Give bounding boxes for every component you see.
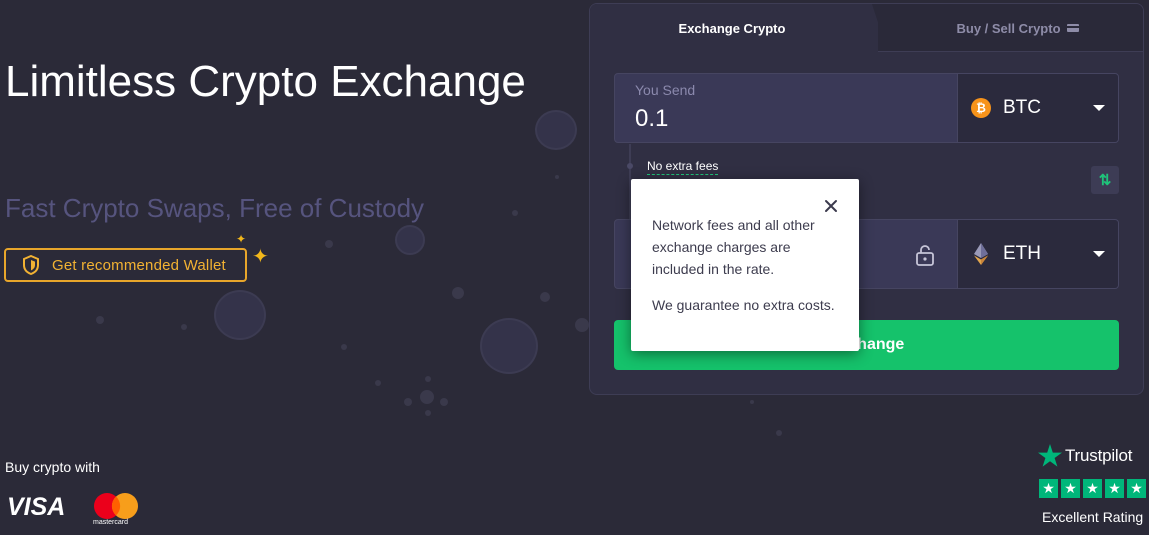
bg-dot-decoration: [575, 318, 589, 332]
hero-title: Limitless Crypto Exchange: [5, 57, 526, 106]
unlock-icon: [916, 245, 934, 266]
trustpilot-name: Trustpilot: [1065, 445, 1133, 465]
trustpilot-rating: Excellent Rating: [1042, 509, 1144, 525]
shield-icon: [23, 255, 39, 275]
bg-coin-decoration: [214, 290, 266, 340]
bg-dot-decoration: [325, 240, 333, 248]
tooltip-text-fees: Network fees and all other exchange char…: [652, 217, 815, 277]
bg-dot-decoration: [750, 400, 754, 404]
sparkle-icon: ✦: [236, 232, 247, 246]
get-recommended-wallet-button[interactable]: Get recommended Wallet: [4, 248, 247, 282]
close-icon[interactable]: [823, 198, 839, 214]
fees-tooltip: Network fees and all other exchange char…: [631, 179, 859, 351]
tab-buy-sell-crypto[interactable]: Buy / Sell Crypto: [890, 4, 1143, 52]
no-extra-fees-link[interactable]: No extra fees: [647, 159, 719, 175]
trustpilot-star-icon: [1038, 444, 1062, 467]
trustpilot-brand: Trustpilot: [1038, 444, 1132, 467]
send-currency-code: BTC: [1003, 97, 1041, 118]
ethereum-icon: [974, 243, 988, 265]
bg-coin-decoration: [535, 110, 577, 150]
tooltip-text-guarantee: We guarantee no extra costs.: [652, 297, 835, 313]
connector-dot: [627, 163, 633, 169]
get-currency-select[interactable]: ETH: [957, 220, 1118, 288]
bg-dot-decoration: [555, 175, 559, 179]
star-icon: ★: [1083, 479, 1102, 498]
star-icon: ★: [1105, 479, 1124, 498]
chevron-down-icon: [1093, 251, 1105, 257]
bg-dot-decoration: [540, 292, 550, 302]
credit-card-icon: [1066, 24, 1079, 32]
bg-coin-decoration: [395, 225, 425, 255]
bg-dot-decoration: [776, 430, 782, 436]
mastercard-label: mastercard: [93, 519, 129, 526]
bitcoin-icon: ₿: [971, 98, 991, 118]
buy-crypto-label: Buy crypto with: [5, 459, 100, 475]
chevron-down-icon: [1093, 105, 1105, 111]
visa-logo: VISA: [7, 493, 66, 521]
send-label: You Send: [635, 82, 696, 98]
tab-buy-sell-label: Buy / Sell Crypto: [956, 20, 1061, 36]
star-icon: ★: [1039, 479, 1058, 498]
bg-dot-decoration: [425, 376, 431, 382]
bg-dot-decoration: [440, 398, 448, 406]
send-currency-select[interactable]: ₿ BTC: [957, 74, 1118, 142]
swap-currencies-button[interactable]: ⇅: [1091, 166, 1119, 194]
bg-dot-decoration: [96, 316, 104, 324]
send-field: You Send ₿ BTC: [614, 73, 1119, 143]
bg-dot-decoration: [452, 287, 464, 299]
bg-dot-decoration: [375, 380, 381, 386]
bg-coin-decoration: [480, 318, 538, 374]
trustpilot-stars: ★ ★ ★ ★ ★: [1039, 479, 1146, 498]
tab-exchange-crypto[interactable]: Exchange Crypto: [590, 4, 878, 53]
star-icon: ★: [1127, 479, 1146, 498]
bg-dot-decoration: [181, 324, 187, 330]
bg-dot-decoration: [420, 390, 434, 404]
bg-dot-decoration: [341, 344, 347, 350]
wallet-button-label: Get recommended Wallet: [52, 256, 226, 274]
send-amount-input[interactable]: [635, 104, 935, 134]
swap-arrows-icon: ⇅: [1098, 172, 1112, 189]
bg-dot-decoration: [512, 210, 518, 216]
hero-subtitle: Fast Crypto Swaps, Free of Custody: [5, 193, 425, 223]
bg-dot-decoration: [425, 410, 431, 416]
bg-dot-decoration: [404, 398, 412, 406]
star-icon: ★: [1061, 479, 1080, 498]
get-currency-code: ETH: [1003, 243, 1041, 264]
sparkle-icon: ✦: [252, 246, 269, 268]
